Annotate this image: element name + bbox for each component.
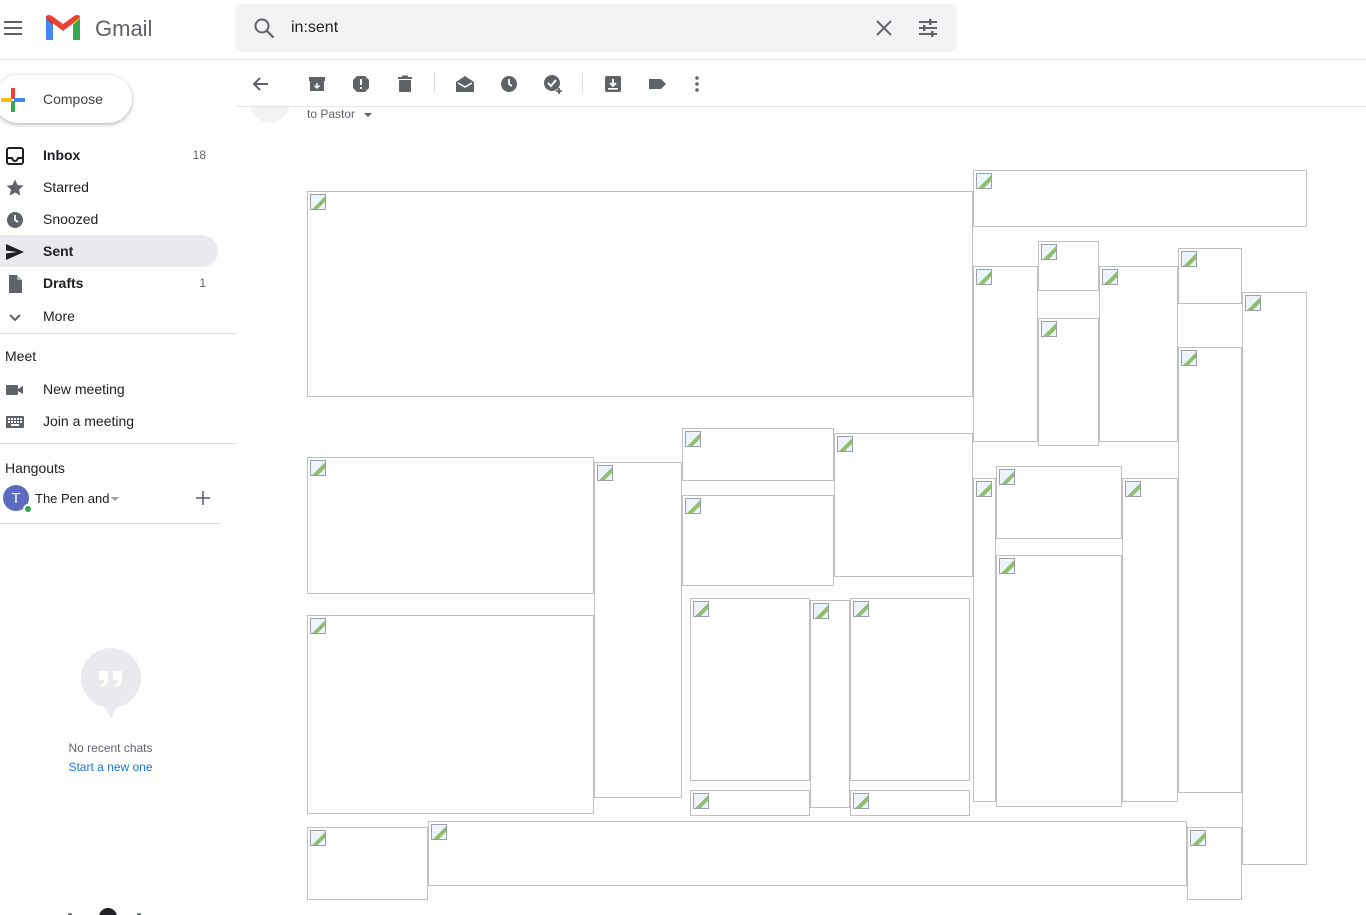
broken-image [850,598,970,781]
message-toolbar [235,61,1366,107]
draft-icon [9,275,22,293]
video-camera-icon [6,385,23,395]
broken-image [973,266,1038,442]
broken-image [682,495,834,586]
sidebar-item-starred[interactable]: Starred [0,171,218,203]
mark-unread-icon[interactable] [455,74,475,94]
label-icon[interactable] [647,74,667,94]
add-chat-icon[interactable] [194,489,212,507]
hangouts-section-title: Hangouts [5,460,65,476]
chevron-down-icon [9,314,21,322]
app-name: Gmail [95,16,153,41]
sidebar-divider [0,443,235,444]
sidebar-item-label: More [43,308,75,324]
sidebar-item-label: Inbox [43,147,81,163]
hangouts-bottom-icons[interactable] [60,903,160,915]
broken-image [1122,478,1178,802]
sidebar-item-more[interactable]: More [0,300,218,332]
main-menu-icon[interactable] [4,16,28,40]
keyboard-icon [6,416,24,428]
broken-image [973,478,996,802]
broken-image [307,827,428,900]
join-meeting-item[interactable]: Join a meeting [0,405,218,437]
recipient-line: to Pastor [307,107,356,121]
broken-image [307,457,594,594]
show-details-caret-icon[interactable] [364,113,372,117]
sidebar-item-label: Drafts [43,275,84,291]
broken-image [594,462,682,798]
hangouts-user-item[interactable]: T The Pen and [0,485,218,517]
chat-bubble-quote-icon [81,648,141,719]
archive-icon[interactable] [307,74,327,94]
broken-image [307,191,973,397]
sidebar-item-drafts[interactable]: Drafts 1 [0,267,218,299]
no-recent-chats-text: No recent chats [68,741,153,755]
sidebar-item-label: Sent [43,243,74,259]
search-input[interactable] [291,16,851,40]
broken-image [834,433,973,577]
broken-image [973,170,1307,227]
sidebar-item-label: Starred [43,179,89,195]
sidebar-item-sent[interactable]: Sent [0,235,218,267]
join-meeting-label: Join a meeting [43,413,135,429]
message-body: to Pastor [235,107,1366,915]
draft-count: 1 [199,276,206,290]
broken-image [1187,827,1242,900]
broken-image [690,790,810,816]
sidebar-divider [0,333,235,334]
sidebar-divider [0,523,220,524]
toolbar-separator [434,73,435,93]
meet-section-title: Meet [5,348,37,364]
sidebar-item-snoozed[interactable]: Snoozed [0,203,218,235]
broken-image [690,598,810,781]
snooze-clock-icon[interactable] [499,74,519,94]
broken-image [682,428,834,481]
online-status-indicator [23,504,33,514]
sidebar: Compose Inbox 18 Starred Snoozed Sent Dr… [0,61,235,915]
broken-image [996,555,1122,807]
toolbar-separator [582,73,583,93]
broken-image [1242,292,1307,865]
sidebar-item-label: Snoozed [43,211,99,227]
star-icon [6,179,24,196]
inbox-icon [6,147,24,165]
broken-image [1038,318,1099,446]
top-header: Gmail [0,0,1366,60]
more-options-icon[interactable] [687,74,707,94]
move-to-icon[interactable] [603,74,623,94]
new-meeting-item[interactable]: New meeting [0,373,218,405]
clear-search-icon[interactable] [872,16,896,40]
back-arrow-icon[interactable] [251,74,271,94]
sender-avatar [250,107,290,123]
delete-icon[interactable] [395,74,415,94]
broken-image [1178,347,1242,793]
broken-image [1099,266,1178,442]
unread-count: 18 [192,148,206,162]
sidebar-item-inbox[interactable]: Inbox 18 [0,139,218,171]
compose-button[interactable]: Compose [0,75,132,123]
broken-image [996,466,1122,539]
add-to-tasks-icon[interactable] [543,74,563,94]
broken-image [1178,248,1242,304]
report-spam-icon[interactable] [351,74,371,94]
caret-down-icon[interactable] [111,497,119,501]
clock-icon [7,212,23,228]
compose-label: Compose [43,91,103,107]
send-icon [6,244,24,260]
gmail-logo-icon[interactable] [44,14,82,42]
search-options-icon[interactable] [916,16,940,40]
search-icon[interactable] [252,16,276,40]
broken-image [428,821,1187,886]
search-bar [235,4,957,52]
broken-image [850,790,970,816]
broken-image [307,615,594,814]
new-meeting-label: New meeting [43,381,125,397]
hangouts-user-name: The Pen and [35,491,110,506]
compose-plus-icon [1,88,25,112]
start-new-chat-link[interactable]: Start a new one [0,760,221,774]
broken-image [810,600,850,808]
broken-image [1038,241,1099,291]
